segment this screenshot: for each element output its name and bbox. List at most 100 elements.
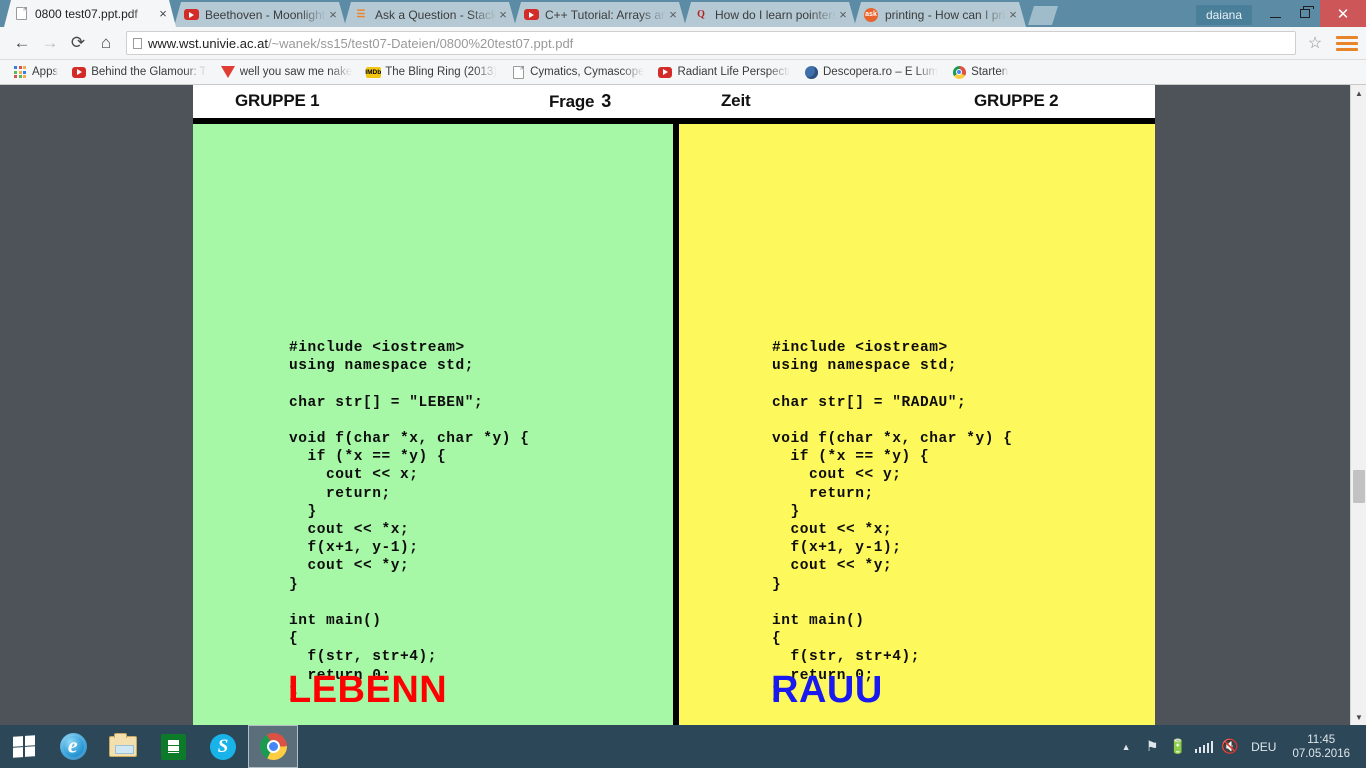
header-zeit: Zeit	[721, 91, 751, 110]
close-button[interactable]: ✕	[1320, 0, 1366, 27]
bookmark-label: Apps	[32, 66, 59, 78]
tab-title: How do I learn pointers in	[715, 7, 836, 22]
browser-toolbar: ← → ⟳ ⌂ www.wst.univie.ac.at /~wanek/ss1…	[0, 27, 1366, 60]
bookmark-apps[interactable]: Apps	[6, 62, 65, 82]
youtube-icon	[523, 7, 539, 23]
volume-muted-icon[interactable]: 🔇	[1217, 725, 1243, 768]
back-button[interactable]: ←	[8, 29, 36, 57]
taskbar-item-file-explorer[interactable]	[98, 725, 148, 768]
bookmark-star-icon[interactable]: ☆	[1302, 30, 1328, 56]
tab-title: Beethoven - Moonlight S	[205, 7, 326, 22]
pdf-viewer: GRUPPE 1 Frage 3 Zeit GRUPPE 2 #include <…	[0, 85, 1366, 725]
system-tray: ▲ ⚑ 🔋 🔇 DEU 11:45 07.05.2016	[1113, 725, 1366, 768]
bookmark-well-you-saw-me-naked[interactable]: well you saw me nake	[214, 62, 360, 82]
tab-ask-a-question-stackoverflow[interactable]: ☰ Ask a Question - Stack O ×	[344, 2, 516, 27]
battery-icon[interactable]: 🔋	[1165, 725, 1191, 768]
url-host: www.wst.univie.ac.at	[148, 35, 268, 51]
window-controls: daiana ✕	[1195, 0, 1366, 27]
code-block-gruppe-1: #include <iostream> using namespace std;…	[289, 340, 530, 702]
reload-button[interactable]: ⟳	[64, 29, 92, 57]
tab-beethoven-moonlight[interactable]: Beethoven - Moonlight S ×	[174, 2, 346, 27]
bookmark-descopera-ro[interactable]: Descopera.ro – E Lum	[797, 62, 945, 82]
show-hidden-icons-icon[interactable]: ▲	[1113, 725, 1139, 768]
windows-logo-icon	[13, 735, 35, 758]
imdb-icon: IMDb	[365, 66, 382, 78]
start-button[interactable]	[0, 725, 48, 768]
answer-gruppe-1: LEBENN	[288, 669, 448, 711]
clock[interactable]: 11:45 07.05.2016	[1288, 733, 1360, 761]
language-indicator[interactable]: DEU	[1243, 740, 1288, 754]
stackoverflow-icon: ☰	[356, 8, 366, 20]
frage-label: Frage	[549, 92, 595, 111]
network-signal-icon[interactable]	[1191, 725, 1217, 768]
pane-gruppe-1: #include <iostream> using namespace std;…	[193, 124, 673, 725]
action-center-flag-icon[interactable]: ⚑	[1139, 725, 1165, 768]
home-button[interactable]: ⌂	[92, 29, 120, 57]
forward-button[interactable]: →	[36, 29, 64, 57]
bookmark-starten[interactable]: Starten	[945, 62, 1015, 82]
scroll-down-arrow[interactable]: ▼	[1351, 709, 1366, 725]
bookmark-label: Behind the Glamour: T	[91, 66, 207, 78]
pdf-page: GRUPPE 1 Frage 3 Zeit GRUPPE 2 #include <…	[193, 85, 1155, 725]
youtube-icon	[183, 7, 199, 23]
file-explorer-icon	[109, 733, 137, 757]
bookmarks-bar: Apps Behind the Glamour: T well you saw …	[0, 60, 1366, 85]
bookmark-label: Starten	[971, 66, 1009, 78]
document-icon	[133, 37, 142, 49]
triangle-icon	[220, 65, 235, 79]
tab-title: printing - How can I print	[885, 7, 1006, 22]
windows-store-icon	[160, 733, 186, 760]
code-block-gruppe-2: #include <iostream> using namespace std;…	[772, 340, 1013, 702]
youtube-icon	[658, 65, 673, 79]
tab-close-icon[interactable]: ×	[836, 8, 850, 22]
tab-how-do-i-learn-pointers[interactable]: Q How do I learn pointers in ×	[684, 2, 856, 27]
page-scrollbar[interactable]: ▲ ▼	[1350, 85, 1366, 725]
url-path: /~wanek/ss15/test07-Dateien/0800%20test0…	[267, 35, 574, 51]
tab-close-icon[interactable]: ×	[326, 8, 340, 22]
scrollbar-thumb[interactable]	[1353, 470, 1365, 503]
quora-icon: Q	[697, 8, 705, 20]
user-profile-badge[interactable]: daiana	[1195, 5, 1252, 25]
header-gruppe-2: GRUPPE 2	[974, 91, 1059, 110]
tab-close-icon[interactable]: ×	[1006, 8, 1020, 22]
tab-title: Ask a Question - Stack O	[375, 7, 496, 22]
tab-close-icon[interactable]: ×	[666, 8, 680, 22]
tab-title: 0800 test07.ppt.pdf	[35, 6, 138, 21]
chrome-icon	[952, 65, 966, 79]
scroll-up-arrow[interactable]: ▲	[1351, 85, 1366, 101]
tab-close-icon[interactable]: ×	[156, 7, 170, 21]
tab-cpp-tutorial-arrays[interactable]: C++ Tutorial: Arrays and ×	[514, 2, 686, 27]
internet-explorer-icon	[59, 733, 87, 760]
bookmark-label: Cymatics, Cymascope	[530, 66, 645, 78]
bookmark-the-bling-ring[interactable]: IMDb The Bling Ring (2013)	[359, 62, 504, 82]
taskbar-item-windows-store[interactable]	[148, 725, 198, 768]
taskbar: S ▲ ⚑ 🔋 🔇 DEU 11:45 07.05.2016	[0, 725, 1366, 768]
slide-panes: #include <iostream> using namespace std;…	[193, 124, 1155, 725]
menu-icon[interactable]	[1336, 35, 1358, 51]
header-gruppe-1: GRUPPE 1	[235, 91, 320, 110]
bookmark-cymatics-cymascope[interactable]: Cymatics, Cymascope	[504, 62, 651, 82]
youtube-icon	[72, 65, 87, 79]
header-frage: Frage 3	[549, 91, 611, 112]
askubuntu-icon: ask	[863, 7, 879, 23]
tab-0800-test07[interactable]: 0800 test07.ppt.pdf ×	[4, 0, 176, 27]
bookmark-label: Radiant Life Perspecti	[677, 66, 790, 78]
tab-printing-how-can-i-print[interactable]: ask printing - How can I print ×	[854, 2, 1026, 27]
tab-close-icon[interactable]: ×	[496, 8, 510, 22]
page-icon	[511, 65, 525, 79]
bookmark-radiant-life-perspective[interactable]: Radiant Life Perspecti	[651, 62, 797, 82]
address-bar[interactable]: www.wst.univie.ac.at /~wanek/ss15/test07…	[126, 31, 1296, 55]
taskbar-item-google-chrome[interactable]	[248, 725, 298, 768]
taskbar-item-internet-explorer[interactable]	[48, 725, 98, 768]
clock-date: 07.05.2016	[1292, 747, 1350, 760]
frage-number: 3	[601, 91, 612, 111]
maximize-button[interactable]	[1290, 0, 1320, 27]
bookmark-label: The Bling Ring (2013)	[385, 66, 498, 78]
browser-window: 0800 test07.ppt.pdf × Beethoven - Moonli…	[0, 0, 1366, 725]
taskbar-item-skype[interactable]: S	[198, 725, 248, 768]
skype-icon: S	[210, 733, 236, 760]
globe-icon	[804, 65, 818, 79]
bookmark-behind-the-glamour[interactable]: Behind the Glamour: T	[65, 62, 214, 82]
minimize-button[interactable]	[1260, 0, 1290, 27]
new-tab-button[interactable]	[1028, 6, 1058, 25]
